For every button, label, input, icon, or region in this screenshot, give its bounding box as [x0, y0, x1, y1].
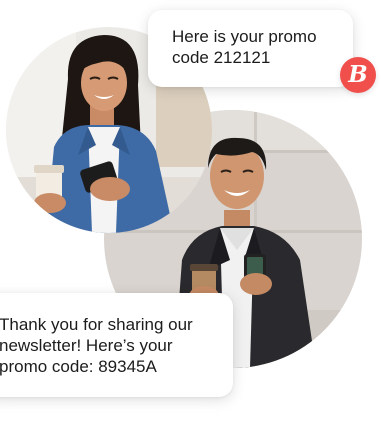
newsletter-message-bubble: Thank you for sharing our newsletter! He… [0, 293, 233, 397]
promo-code-message-bubble: Here is your promo code 212121 [148, 10, 353, 87]
newsletter-message-text: Thank you for sharing our newsletter! He… [0, 315, 193, 376]
promo-messages-illustration: Here is your promo code 212121 B Thank y… [0, 0, 380, 424]
promo-code-message-text: Here is your promo code 212121 [172, 27, 317, 67]
brand-logo-badge: B [340, 57, 376, 93]
